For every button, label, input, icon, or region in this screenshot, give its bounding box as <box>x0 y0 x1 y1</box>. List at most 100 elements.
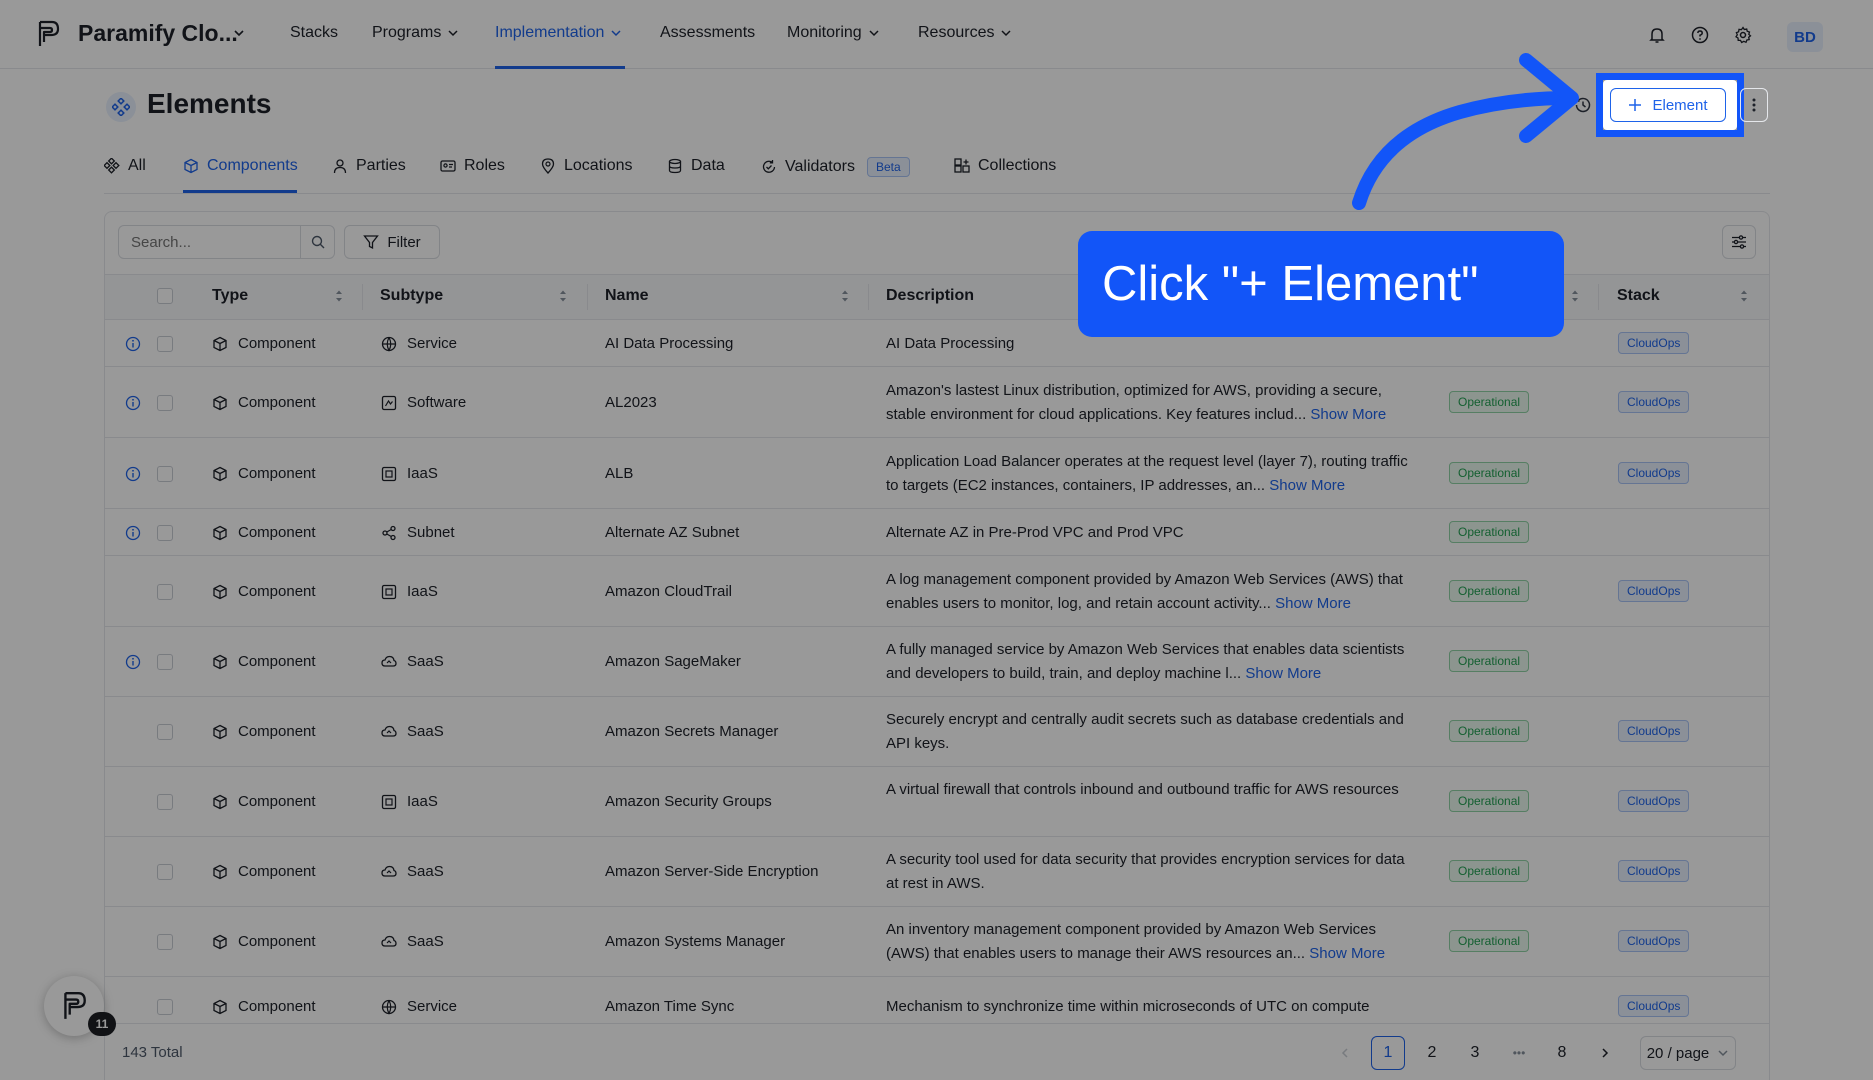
info-icon[interactable] <box>125 336 141 352</box>
col-header-stack[interactable]: Stack <box>1617 287 1660 305</box>
row-checkbox[interactable] <box>157 654 173 670</box>
total-count: 143 Total <box>122 1044 183 1061</box>
cell-name[interactable]: Alternate AZ Subnet <box>605 524 739 541</box>
sort-icon[interactable] <box>840 288 850 304</box>
app-title[interactable]: Paramify Clo... <box>78 20 238 47</box>
stack-badge[interactable]: CloudOps <box>1618 995 1690 1017</box>
help-icon[interactable] <box>1691 26 1709 44</box>
more-options-button[interactable] <box>1740 88 1768 122</box>
stack-badge[interactable]: CloudOps <box>1618 930 1690 952</box>
col-header-type[interactable]: Type <box>212 287 248 305</box>
row-checkbox[interactable] <box>157 465 173 482</box>
row-checkbox[interactable] <box>157 724 173 740</box>
info-icon[interactable] <box>125 654 141 670</box>
cell-subtype: IaaS <box>407 464 438 482</box>
stack-badge[interactable]: CloudOps <box>1618 331 1690 354</box>
cell-name[interactable]: Amazon Time Sync <box>605 998 734 1015</box>
tab-collections[interactable]: Collections <box>954 157 1056 175</box>
search-button[interactable] <box>300 225 335 259</box>
col-header-subtype[interactable]: Subtype <box>380 287 443 305</box>
sort-icon[interactable] <box>558 288 568 304</box>
status-badge: Operational <box>1449 579 1530 602</box>
cube-icon <box>213 336 227 351</box>
page-3-button[interactable]: 3 <box>1458 1036 1492 1070</box>
cell-name[interactable]: Amazon Systems Manager <box>605 933 785 950</box>
show-more-link[interactable]: Show More <box>1245 665 1321 682</box>
sort-icon[interactable] <box>1739 288 1749 304</box>
page-ellipsis[interactable]: ••• <box>1502 1036 1536 1070</box>
page-8-button[interactable]: 8 <box>1545 1036 1579 1070</box>
avatar[interactable]: BD <box>1787 22 1823 52</box>
info-icon[interactable] <box>125 466 141 482</box>
stack-badge[interactable]: CloudOps <box>1618 461 1690 484</box>
add-element-button[interactable]: Element <box>1610 88 1726 122</box>
next-page-button[interactable] <box>1588 1036 1622 1070</box>
row-checkbox[interactable] <box>157 934 173 950</box>
tab-roles[interactable]: Roles <box>440 157 505 175</box>
cube-icon <box>213 794 227 810</box>
nav-stacks[interactable]: Stacks <box>290 24 338 42</box>
row-checkbox[interactable] <box>157 864 173 880</box>
show-more-link[interactable]: Show More <box>1309 945 1385 962</box>
cell-name[interactable]: Amazon CloudTrail <box>605 583 732 600</box>
cell-name[interactable]: Amazon SageMaker <box>605 653 741 670</box>
column-divider <box>868 284 869 310</box>
nav-programs[interactable]: Programs <box>372 24 459 42</box>
show-more-link[interactable]: Show More <box>1269 477 1345 494</box>
chevron-down-icon[interactable] <box>232 26 246 40</box>
page-1-button[interactable]: 1 <box>1371 1036 1405 1070</box>
stack-badge[interactable]: CloudOps <box>1618 790 1690 812</box>
page-size-select[interactable]: 20 / page <box>1640 1036 1736 1070</box>
show-more-link[interactable]: Show More <box>1310 406 1386 423</box>
row-checkbox[interactable] <box>157 394 173 411</box>
cell-subtype: SaaS <box>407 863 444 880</box>
globe-icon <box>381 999 397 1015</box>
column-settings-button[interactable] <box>1722 225 1756 259</box>
page-2-button[interactable]: 2 <box>1415 1036 1449 1070</box>
nav-resources[interactable]: Resources <box>918 24 1012 42</box>
row-checkbox[interactable] <box>157 794 173 810</box>
nav-monitoring[interactable]: Monitoring <box>787 24 880 42</box>
filter-button[interactable]: Filter <box>344 225 440 259</box>
bell-icon[interactable] <box>1648 26 1666 44</box>
info-icon[interactable] <box>125 525 141 541</box>
row-checkbox[interactable] <box>157 524 173 541</box>
row-checkbox[interactable] <box>157 999 173 1015</box>
row-checkbox[interactable] <box>157 335 173 352</box>
cell-name[interactable]: ALB <box>605 465 633 482</box>
nav-implementation[interactable]: Implementation <box>495 24 622 42</box>
cell-name[interactable]: Amazon Secrets Manager <box>605 723 778 740</box>
select-all-checkbox[interactable] <box>157 288 173 304</box>
show-more-link[interactable]: Show More <box>1275 595 1351 612</box>
row-checkbox[interactable] <box>157 583 173 600</box>
search-input[interactable] <box>118 225 301 259</box>
cell-subtype: SaaS <box>407 933 444 950</box>
cell-name[interactable]: AI Data Processing <box>605 335 733 352</box>
tab-parties[interactable]: Parties <box>332 157 406 175</box>
stack-badge[interactable]: CloudOps <box>1618 720 1690 742</box>
tab-locations[interactable]: Locations <box>540 157 633 175</box>
tab-all[interactable]: All <box>104 157 146 175</box>
stack-badge[interactable]: CloudOps <box>1618 390 1690 413</box>
tab-data[interactable]: Data <box>667 157 725 175</box>
sort-icon[interactable] <box>334 288 344 304</box>
nav-assessments[interactable]: Assessments <box>660 24 755 42</box>
sort-icon[interactable] <box>1570 288 1580 304</box>
cell-description: Application Load Balancer operates at th… <box>886 450 1416 498</box>
history-icon[interactable] <box>1573 95 1593 115</box>
info-icon[interactable] <box>125 395 141 411</box>
cell-name[interactable]: Amazon Server-Side Encryption <box>605 863 818 880</box>
cube-icon <box>213 584 227 599</box>
col-header-name[interactable]: Name <box>605 287 649 305</box>
tab-validators[interactable]: Validators Beta <box>761 157 910 177</box>
prev-page-button[interactable] <box>1328 1036 1362 1070</box>
paramify-logo-icon[interactable] <box>36 20 60 48</box>
cell-name[interactable]: AL2023 <box>605 394 657 411</box>
gear-icon[interactable] <box>1734 26 1752 44</box>
stack-badge[interactable]: CloudOps <box>1618 860 1690 882</box>
tab-components[interactable]: Components <box>183 157 298 175</box>
cell-name[interactable]: Amazon Security Groups <box>605 793 772 810</box>
stack-badge[interactable]: CloudOps <box>1618 579 1690 602</box>
col-header-description[interactable]: Description <box>886 287 974 305</box>
user-icon <box>333 159 347 174</box>
